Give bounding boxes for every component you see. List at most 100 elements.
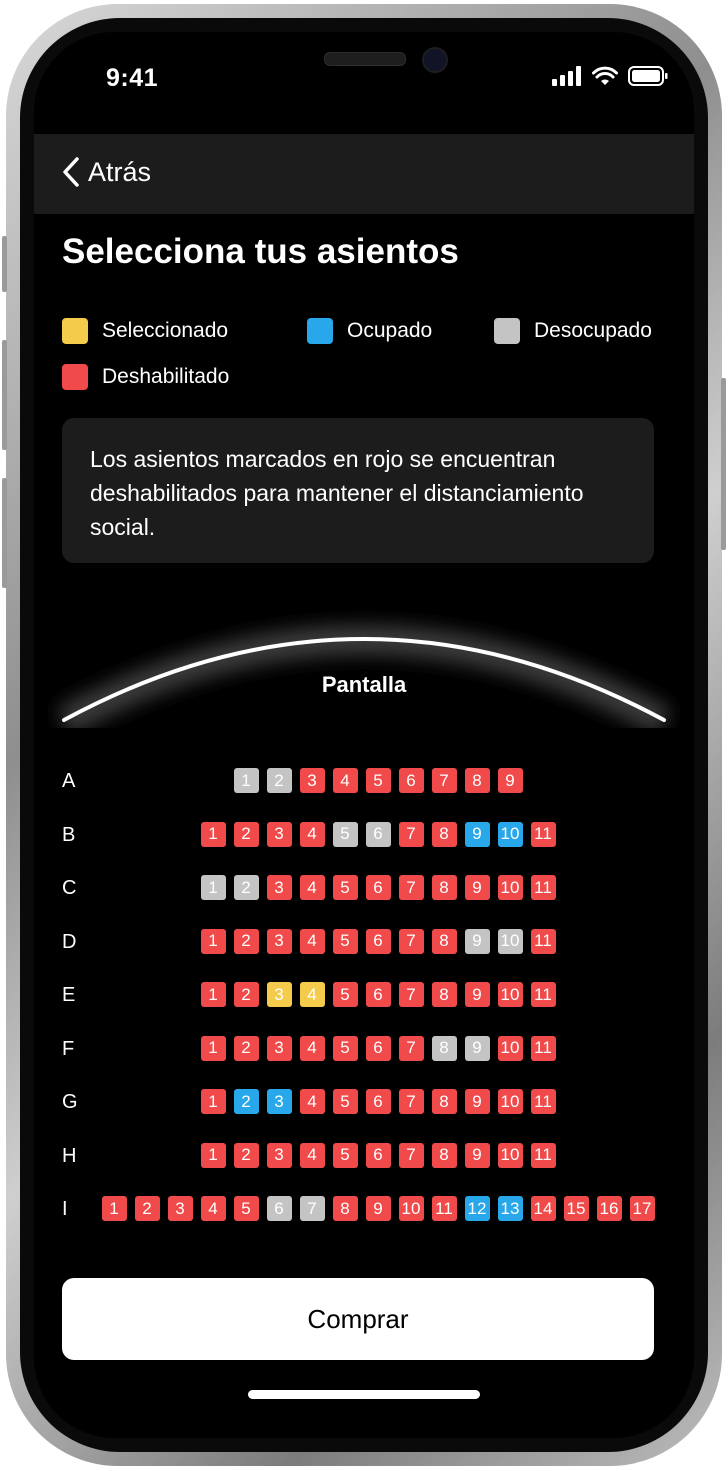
seat-D3[interactable]: 3 [266,928,292,954]
seat-A7[interactable]: 7 [431,768,457,793]
seat-I16[interactable]: 16 [596,1196,622,1221]
seat-G8[interactable]: 8 [431,1089,457,1114]
seat-I15[interactable]: 15 [563,1196,589,1221]
seat-G5[interactable]: 5 [332,1089,358,1114]
seat-E2[interactable]: 2 [233,982,259,1007]
seat-A8[interactable]: 8 [464,768,490,793]
seat-A6[interactable]: 6 [398,768,424,793]
seat-G6[interactable]: 6 [365,1089,391,1114]
back-button[interactable]: Atrás [62,156,151,188]
seat-I1[interactable]: 1 [101,1196,127,1221]
seat-A1[interactable]: 1 [233,768,259,793]
seat-C8[interactable]: 8 [431,875,457,900]
seat-I14[interactable]: 14 [530,1196,556,1221]
seat-I11[interactable]: 11 [431,1196,457,1221]
seat-A5[interactable]: 5 [365,768,391,793]
seat-F7[interactable]: 7 [398,1035,424,1061]
seat-C6[interactable]: 6 [365,875,391,900]
seat-F8[interactable]: 8 [431,1035,457,1061]
seat-E10[interactable]: 10 [497,982,523,1007]
seat-C10[interactable]: 10 [497,875,523,900]
seat-E7[interactable]: 7 [398,982,424,1007]
seat-C5[interactable]: 5 [332,875,358,900]
seat-E9[interactable]: 9 [464,982,490,1007]
seat-F2[interactable]: 2 [233,1035,259,1061]
seat-B5[interactable]: 5 [332,821,358,847]
seat-C11[interactable]: 11 [530,875,556,900]
seat-G10[interactable]: 10 [497,1089,523,1114]
seat-E1[interactable]: 1 [200,982,226,1007]
seat-G1[interactable]: 1 [200,1089,226,1114]
seat-H2[interactable]: 2 [233,1142,259,1168]
seat-I2[interactable]: 2 [134,1196,160,1221]
seat-G11[interactable]: 11 [530,1089,556,1114]
seat-E6[interactable]: 6 [365,982,391,1007]
seat-I9[interactable]: 9 [365,1196,391,1221]
seat-I13[interactable]: 13 [497,1196,523,1221]
seat-E3[interactable]: 3 [266,982,292,1007]
seat-A3[interactable]: 3 [299,768,325,793]
seat-C1[interactable]: 1 [200,875,226,900]
seat-D6[interactable]: 6 [365,928,391,954]
seat-B8[interactable]: 8 [431,821,457,847]
seat-D11[interactable]: 11 [530,928,556,954]
seat-D4[interactable]: 4 [299,928,325,954]
seat-G7[interactable]: 7 [398,1089,424,1114]
seat-I10[interactable]: 10 [398,1196,424,1221]
seat-D5[interactable]: 5 [332,928,358,954]
seat-B9[interactable]: 9 [464,821,490,847]
seat-A4[interactable]: 4 [332,768,358,793]
seat-F10[interactable]: 10 [497,1035,523,1061]
seat-H4[interactable]: 4 [299,1142,325,1168]
seat-D8[interactable]: 8 [431,928,457,954]
seat-A2[interactable]: 2 [266,768,292,793]
seat-F4[interactable]: 4 [299,1035,325,1061]
seat-F5[interactable]: 5 [332,1035,358,1061]
seat-A9[interactable]: 9 [497,768,523,793]
seat-I5[interactable]: 5 [233,1196,259,1221]
seat-H1[interactable]: 1 [200,1142,226,1168]
seat-C3[interactable]: 3 [266,875,292,900]
seat-H10[interactable]: 10 [497,1142,523,1168]
seat-H11[interactable]: 11 [530,1142,556,1168]
seat-I7[interactable]: 7 [299,1196,325,1221]
seat-F1[interactable]: 1 [200,1035,226,1061]
seat-H8[interactable]: 8 [431,1142,457,1168]
seat-H7[interactable]: 7 [398,1142,424,1168]
seat-H5[interactable]: 5 [332,1142,358,1168]
seat-E8[interactable]: 8 [431,982,457,1007]
seat-I6[interactable]: 6 [266,1196,292,1221]
seat-C7[interactable]: 7 [398,875,424,900]
seat-E4[interactable]: 4 [299,982,325,1007]
seat-I8[interactable]: 8 [332,1196,358,1221]
seat-D9[interactable]: 9 [464,928,490,954]
seat-I3[interactable]: 3 [167,1196,193,1221]
seat-H3[interactable]: 3 [266,1142,292,1168]
seat-B11[interactable]: 11 [530,821,556,847]
seat-F3[interactable]: 3 [266,1035,292,1061]
seat-D1[interactable]: 1 [200,928,226,954]
seat-H6[interactable]: 6 [365,1142,391,1168]
seat-C4[interactable]: 4 [299,875,325,900]
seat-D2[interactable]: 2 [233,928,259,954]
seat-E11[interactable]: 11 [530,982,556,1007]
seat-C2[interactable]: 2 [233,875,259,900]
seat-I17[interactable]: 17 [629,1196,655,1221]
seat-H9[interactable]: 9 [464,1142,490,1168]
buy-button[interactable]: Comprar [62,1278,654,1360]
seat-B7[interactable]: 7 [398,821,424,847]
seat-G4[interactable]: 4 [299,1089,325,1114]
seat-D10[interactable]: 10 [497,928,523,954]
seat-G9[interactable]: 9 [464,1089,490,1114]
seat-B3[interactable]: 3 [266,821,292,847]
seat-I12[interactable]: 12 [464,1196,490,1221]
seat-B10[interactable]: 10 [497,821,523,847]
seat-G3[interactable]: 3 [266,1089,292,1114]
seat-B2[interactable]: 2 [233,821,259,847]
seat-F11[interactable]: 11 [530,1035,556,1061]
seat-G2[interactable]: 2 [233,1089,259,1114]
seat-E5[interactable]: 5 [332,982,358,1007]
seat-B1[interactable]: 1 [200,821,226,847]
seat-B6[interactable]: 6 [365,821,391,847]
home-indicator[interactable] [248,1390,480,1399]
